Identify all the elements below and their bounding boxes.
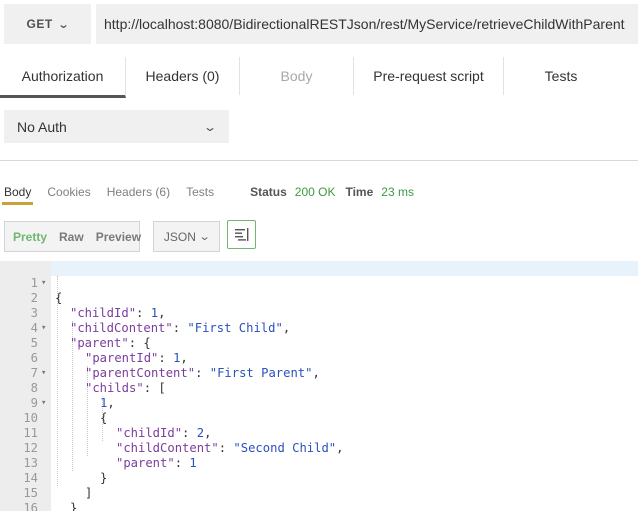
line-number: 16 — [23, 501, 38, 511]
request-tabs: Authorization Headers (0) Body Pre-reque… — [0, 57, 638, 98]
response-tabs: Body Cookies Headers (6) Tests Status 20… — [1, 180, 424, 205]
code-line: 6 "parentContent": "First Parent", — [0, 336, 638, 380]
tab-label: Body — [4, 185, 32, 199]
tab-pre-request-script[interactable]: Pre-request script — [354, 57, 504, 95]
time-value: 23 ms — [381, 185, 414, 199]
url-text: http://localhost:8080/BidirectionalRESTJ… — [104, 16, 625, 32]
code-line: 11 "childContent": "Second Child", — [0, 411, 638, 455]
response-status: Status 200 OK Time 23 ms — [250, 185, 424, 199]
wrap-lines-icon — [234, 228, 248, 241]
response-tab-tests[interactable]: Tests — [186, 180, 214, 204]
section-divider — [0, 160, 638, 161]
code-line: 12 "parent": 1 — [0, 426, 638, 470]
code-line: 4 ▾ "parent": { — [0, 306, 638, 350]
tab-body[interactable]: Body — [240, 57, 354, 95]
response-tab-headers[interactable]: Headers (6) — [107, 180, 170, 204]
code-line: 16 } — [0, 486, 638, 511]
code-line: 15 } — [0, 471, 638, 511]
code-line: 14 ] — [0, 456, 638, 500]
chevron-down-icon: ⌄ — [198, 231, 211, 243]
code-line: 1 ▾ { — [0, 261, 638, 305]
tab-label: Tests — [544, 68, 578, 84]
tab-label: Tests — [186, 185, 215, 199]
response-body-viewer[interactable]: 1 ▾ { 2 "childId": 1, 3 "childContent": "… — [0, 261, 638, 511]
chevron-down-icon: ⌄ — [57, 18, 70, 31]
view-pretty-button[interactable]: Pretty — [9, 230, 51, 244]
tab-label: Cookies — [47, 185, 91, 199]
method-select[interactable]: GET ⌄ — [4, 4, 91, 44]
view-raw-button[interactable]: Raw — [55, 230, 88, 244]
wrap-lines-button[interactable] — [227, 220, 256, 249]
status-label: Status — [250, 185, 287, 199]
auth-type-select[interactable]: No Auth ⌄ — [4, 110, 229, 143]
response-tab-body[interactable]: Body — [1, 180, 34, 205]
code-line: 13 } — [0, 441, 638, 485]
request-bar: GET ⌄ http://localhost:8080/Bidirectiona… — [4, 4, 638, 44]
tab-headers[interactable]: Headers (0) — [126, 57, 240, 95]
code-line: 5 "parentId": 1, — [0, 321, 638, 365]
code-line: 10 "childId": 2, — [0, 396, 638, 440]
code-line: 9 ▾ { — [0, 381, 638, 425]
tab-label: Authorization — [21, 68, 104, 84]
tab-authorization[interactable]: Authorization — [0, 57, 126, 98]
tab-label: Pre-request script — [373, 68, 484, 84]
code-line: 2 "childId": 1, — [0, 276, 638, 320]
json-punct: } — [70, 501, 78, 511]
time-label: Time — [345, 185, 374, 199]
tab-label: Headers (6) — [106, 185, 171, 199]
chevron-down-icon: ⌄ — [202, 119, 218, 134]
format-value: JSON — [163, 229, 196, 244]
response-tab-cookies[interactable]: Cookies — [47, 180, 90, 204]
code-line: 3 "childContent": "First Child", — [0, 291, 638, 335]
code-line: 8 1, — [0, 366, 638, 410]
view-preview-button[interactable]: Preview — [92, 230, 145, 244]
method-label: GET — [26, 17, 53, 31]
tab-label: Headers (0) — [145, 68, 220, 84]
status-value: 200 OK — [294, 185, 336, 199]
auth-type-value: No Auth — [17, 118, 67, 135]
format-select[interactable]: JSON ⌄ — [153, 221, 220, 252]
code-line: 7 ▾ "childs": [ — [0, 351, 638, 395]
url-input[interactable]: http://localhost:8080/BidirectionalRESTJ… — [96, 4, 638, 44]
view-mode-group: Pretty Raw Preview — [4, 221, 141, 252]
tab-label: Body — [280, 68, 313, 84]
code-text: } — [70, 501, 77, 511]
tab-tests[interactable]: Tests — [504, 57, 618, 95]
